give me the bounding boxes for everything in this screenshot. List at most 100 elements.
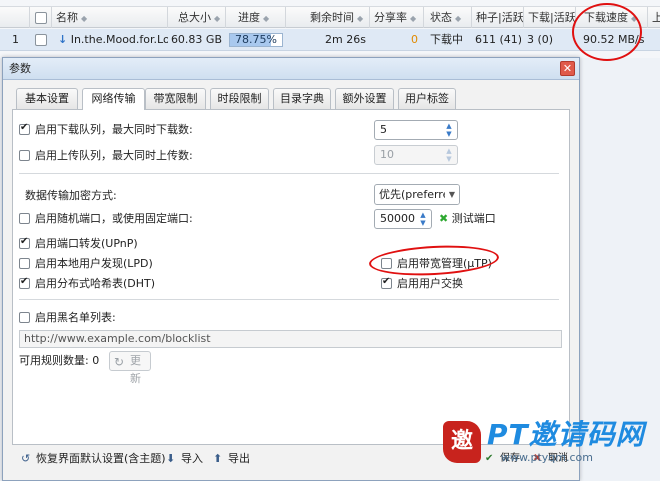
tab-network[interactable]: 网络传输: [82, 88, 145, 110]
row-name-cell: ↓ In.the.Mood.for.Lo: [58, 29, 168, 51]
close-button[interactable]: ✕: [560, 61, 575, 76]
header-peers[interactable]: 下载|活跃: [524, 7, 576, 28]
port-stepper[interactable]: 50000 ▲ ▼: [374, 209, 432, 229]
header-status[interactable]: 状态 ◆: [424, 7, 472, 28]
encryption-value: 优先(preferre: [379, 188, 450, 201]
rule-count-value: 0: [92, 354, 100, 367]
import-icon: ⬇: [166, 452, 176, 465]
download-queue-checkbox[interactable]: [19, 122, 30, 135]
download-queue-label: 启用下载队列，最大同时下载数:: [35, 123, 193, 136]
header-select-all[interactable]: [30, 7, 52, 28]
header-eta[interactable]: 剩余时间 ◆: [286, 7, 370, 28]
dht-label: 启用分布式哈希表(DHT): [35, 277, 156, 290]
random-port-checkbox[interactable]: [19, 213, 30, 224]
header-ul-speed-label: 上: [652, 11, 660, 24]
header-peers-label: 下载|活跃: [528, 11, 576, 24]
reset-defaults-button[interactable]: ↺ 恢复界面默认设置(含主题): [21, 452, 166, 466]
chevron-down-icon: ▼: [445, 185, 459, 204]
sort-icon: ◆: [455, 14, 462, 23]
tab-labels[interactable]: 用户标签: [398, 88, 456, 109]
header-index: [0, 7, 30, 28]
test-port-icon: ✖: [439, 212, 449, 225]
row-checkbox-cell[interactable]: [35, 29, 51, 51]
torrent-seeds: 611 (41): [475, 33, 521, 46]
pex-checkbox[interactable]: [381, 276, 392, 289]
upload-queue-stepper[interactable]: 10 ▲ ▼: [374, 145, 458, 165]
blocklist-url-value: http://www.example.com/blocklist: [24, 332, 211, 345]
row-checkbox[interactable]: [35, 34, 47, 46]
header-name-label: 名称: [56, 11, 78, 24]
header-seeds-label: 种子|活跃: [476, 11, 524, 24]
torrent-eta: 2m 26s: [325, 33, 366, 46]
download-arrow-icon: ↓: [58, 33, 68, 46]
select-all-checkbox[interactable]: [35, 12, 47, 24]
watermark: 邀 PT邀请码网 www.ptyqm.com: [443, 418, 658, 468]
chevron-up-icon[interactable]: ▲: [443, 122, 455, 130]
random-port-label: 启用随机端口，或使用固定端口:: [35, 212, 193, 225]
header-size-label: 总大小: [178, 11, 211, 24]
torrent-name: In.the.Mood.for.Lo: [70, 33, 168, 46]
progress-text: 78.75%: [235, 33, 277, 46]
update-blocklist-button[interactable]: ↻ 更新: [109, 351, 151, 385]
torrent-row[interactable]: 1 ↓ In.the.Mood.for.Lo 60.83 GB 78.75% 2…: [0, 29, 660, 51]
import-button[interactable]: ⬇ 导入: [166, 452, 203, 466]
port-value: 50000: [380, 212, 415, 225]
update-label: 更新: [130, 354, 141, 385]
reset-icon: ↺: [21, 452, 31, 465]
watermark-url: www.ptyqm.com: [501, 451, 593, 464]
dialog-title-bar[interactable]: 参数 ✕: [3, 58, 579, 80]
upload-queue-value: 10: [380, 148, 394, 161]
header-name[interactable]: 名称 ◆: [52, 7, 168, 28]
progress-bar: 78.75%: [229, 33, 283, 47]
download-queue-value: 5: [380, 123, 387, 136]
torrent-ratio: 0: [411, 33, 418, 46]
rule-count-label: 可用规则数量:: [19, 354, 89, 367]
header-eta-label: 剩余时间: [310, 11, 354, 24]
header-ratio[interactable]: 分享率 ◆: [370, 7, 424, 28]
header-progress[interactable]: 进度 ◆: [226, 7, 286, 28]
chevron-down-icon[interactable]: ▼: [443, 155, 455, 163]
blocklist-checkbox[interactable]: [19, 312, 30, 323]
download-queue-stepper[interactable]: 5 ▲ ▼: [374, 120, 458, 140]
torrent-list-header: 名称 ◆ 总大小 ◆ 进度 ◆ 剩余时间 ◆ 分享率 ◆ 状态 ◆ 种子|活跃 下载|活跃 …: [0, 6, 660, 28]
tab-basic[interactable]: 基本设置: [16, 88, 78, 109]
refresh-icon: ↻: [114, 355, 125, 369]
chevron-down-icon[interactable]: ▼: [443, 130, 455, 138]
row-index: 1: [12, 33, 19, 46]
header-seeds[interactable]: 种子|活跃: [472, 7, 524, 28]
tab-directories[interactable]: 目录字典: [273, 88, 331, 109]
reset-label: 恢复界面默认设置(含主题): [36, 452, 166, 465]
upnp-label: 启用端口转发(UPnP): [35, 237, 138, 250]
annotation-circle-utp: [368, 242, 500, 279]
dht-checkbox[interactable]: [19, 276, 30, 289]
header-size[interactable]: 总大小 ◆: [168, 7, 226, 28]
test-port-label: 测试端口: [451, 212, 496, 225]
header-ul-speed[interactable]: 上: [648, 7, 660, 28]
export-icon: ⬆: [213, 452, 223, 465]
close-icon: ✕: [562, 62, 573, 75]
torrent-peers: 3 (0): [527, 33, 554, 46]
tab-schedule[interactable]: 时段限制: [210, 88, 269, 109]
upload-queue-checkbox[interactable]: [19, 150, 30, 161]
chevron-up-icon[interactable]: ▲: [443, 147, 455, 155]
tab-bandwidth[interactable]: 带宽限制: [145, 88, 206, 109]
dialog-title: 参数: [9, 62, 31, 75]
sort-icon: ◆: [410, 14, 417, 23]
export-label: 导出: [228, 452, 250, 465]
chevron-up-icon[interactable]: ▲: [417, 211, 429, 219]
sort-icon: ◆: [81, 14, 88, 23]
section-divider: [19, 299, 559, 300]
lpd-checkbox[interactable]: [19, 258, 30, 269]
test-port-button[interactable]: ✖ 测试端口: [439, 212, 496, 226]
torrent-list: 名称 ◆ 总大小 ◆ 进度 ◆ 剩余时间 ◆ 分享率 ◆ 状态 ◆ 种子|活跃 下载|活跃 …: [0, 0, 660, 61]
header-ratio-label: 分享率: [374, 11, 407, 24]
chevron-down-icon[interactable]: ▼: [417, 219, 429, 227]
tab-extra[interactable]: 额外设置: [335, 88, 394, 109]
upnp-checkbox[interactable]: [19, 236, 30, 249]
torrent-status: 下载中: [430, 33, 463, 46]
export-button[interactable]: ⬆ 导出: [213, 452, 250, 466]
blocklist-url-field[interactable]: http://www.example.com/blocklist: [19, 330, 562, 348]
encryption-select[interactable]: 优先(preferre ▼: [374, 184, 460, 205]
torrent-size: 60.83 GB: [170, 33, 222, 46]
sort-icon: ◆: [214, 14, 221, 23]
